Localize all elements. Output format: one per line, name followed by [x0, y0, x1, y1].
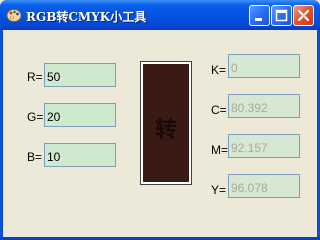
m-output	[228, 134, 300, 158]
minimize-button[interactable]	[249, 5, 270, 26]
c-label: C=	[211, 103, 227, 117]
g-label: G=	[27, 110, 44, 124]
m-label: M=	[211, 143, 229, 157]
client-area: R= G= B= 转 K= C= M= Y=	[3, 30, 317, 237]
convert-button-label: 转	[154, 117, 177, 143]
r-label: R=	[27, 70, 43, 84]
k-output	[228, 54, 300, 78]
maximize-icon	[275, 9, 288, 22]
close-icon	[297, 9, 310, 22]
b-input[interactable]	[44, 143, 116, 167]
c-output	[228, 94, 300, 118]
maximize-button[interactable]	[271, 5, 292, 26]
k-label: K=	[211, 63, 227, 77]
close-button[interactable]	[293, 5, 314, 26]
y-output	[228, 174, 300, 198]
r-input[interactable]	[44, 63, 116, 87]
title-bar[interactable]: RGB转CMYK小工具	[0, 0, 320, 30]
b-label: B=	[27, 150, 43, 164]
g-input[interactable]	[44, 103, 116, 127]
convert-button[interactable]: 转	[140, 61, 192, 185]
palette-icon[interactable]	[6, 7, 22, 23]
minimize-icon	[255, 18, 262, 21]
y-label: Y=	[211, 183, 227, 197]
app-window: RGB转CMYK小工具 R= G= B= 转	[0, 0, 320, 240]
window-title: RGB转CMYK小工具	[26, 10, 147, 24]
